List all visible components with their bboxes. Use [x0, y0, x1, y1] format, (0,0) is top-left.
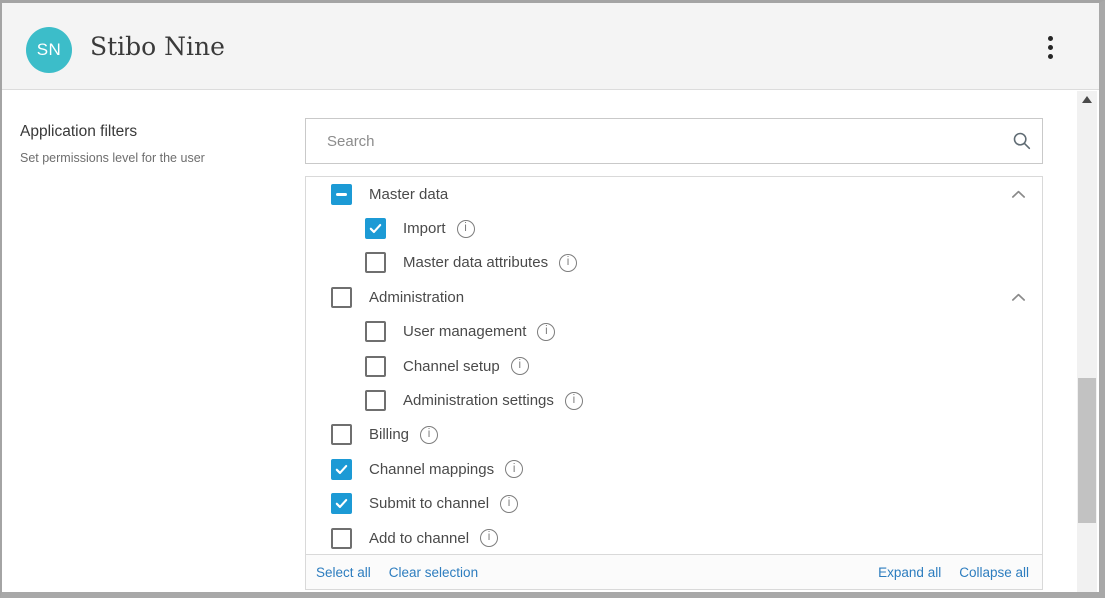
vertical-scrollbar[interactable] [1077, 91, 1097, 592]
checkbox-checked[interactable] [331, 459, 352, 480]
search-icon[interactable] [1002, 130, 1042, 152]
expand-all-link[interactable]: Expand all [878, 565, 941, 580]
kebab-menu-icon[interactable] [1037, 29, 1063, 65]
search-input[interactable] [306, 133, 1002, 150]
checkbox-unchecked[interactable] [365, 321, 386, 342]
checkbox-unchecked[interactable] [365, 356, 386, 377]
tree-row[interactable]: Importi [306, 211, 1042, 245]
info-icon[interactable]: i [537, 323, 555, 341]
checkbox-unchecked[interactable] [331, 424, 352, 445]
tree-item-label: Channel setup [403, 358, 500, 375]
collapse-all-link[interactable]: Collapse all [959, 565, 1029, 580]
info-icon[interactable]: i [420, 426, 438, 444]
search-box [305, 118, 1043, 164]
scrollbar-up-arrow-icon[interactable] [1077, 91, 1097, 108]
page-title: Stibo Nine [90, 3, 225, 90]
tree-item-label: Administration settings [403, 392, 554, 409]
tree-item-label: Import [403, 220, 446, 237]
panel-footer: Select all Clear selection Expand all Co… [306, 554, 1042, 589]
user-permissions-window: SN Stibo Nine Application filters Set pe… [0, 0, 1105, 598]
checkbox-unchecked[interactable] [365, 252, 386, 273]
checkbox-indeterminate[interactable] [331, 184, 352, 205]
section-title: Application filters [20, 123, 137, 141]
info-icon[interactable]: i [457, 220, 475, 238]
info-icon[interactable]: i [559, 254, 577, 272]
window-header: SN Stibo Nine [2, 3, 1099, 90]
clear-selection-link[interactable]: Clear selection [389, 565, 478, 580]
collapse-chevron-icon[interactable] [1009, 288, 1027, 306]
info-icon[interactable]: i [565, 392, 583, 410]
tree-row[interactable]: Master data [306, 177, 1042, 211]
footer-left-actions: Select all Clear selection [316, 565, 478, 580]
tree-row[interactable]: Administration settings i [306, 383, 1042, 417]
scrollbar-thumb[interactable] [1078, 378, 1096, 523]
tree-row[interactable]: Administration [306, 280, 1042, 314]
tree-row[interactable]: Billing i [306, 418, 1042, 452]
select-all-link[interactable]: Select all [316, 565, 371, 580]
info-icon[interactable]: i [511, 357, 529, 375]
footer-right-actions: Expand all Collapse all [878, 565, 1029, 580]
tree-row[interactable]: Channel setup i [306, 349, 1042, 383]
tree-row[interactable]: Submit to channel i [306, 487, 1042, 521]
tree-item-label: Add to channel [369, 530, 469, 547]
checkbox-unchecked[interactable] [365, 390, 386, 411]
permissions-panel: Master dataImportiMaster data attributes… [305, 176, 1043, 590]
tree-item-label: Billing [369, 426, 409, 443]
info-icon[interactable]: i [500, 495, 518, 513]
tree-item-label: Master data attributes [403, 254, 548, 271]
avatar: SN [26, 27, 72, 73]
collapse-chevron-icon[interactable] [1009, 185, 1027, 203]
checkbox-checked[interactable] [365, 218, 386, 239]
tree-item-label: Master data [369, 186, 448, 203]
info-icon[interactable]: i [480, 529, 498, 547]
checkbox-unchecked[interactable] [331, 528, 352, 549]
checkbox-checked[interactable] [331, 493, 352, 514]
tree-item-label: Submit to channel [369, 495, 489, 512]
tree-row[interactable]: Channel mappings i [306, 452, 1042, 486]
section-subtitle: Set permissions level for the user [20, 151, 205, 165]
tree-row[interactable]: Master data attributes i [306, 246, 1042, 280]
tree-row[interactable]: User management i [306, 315, 1042, 349]
tree-item-label: Channel mappings [369, 461, 494, 478]
tree-item-label: Administration [369, 289, 464, 306]
info-icon[interactable]: i [505, 460, 523, 478]
tree-row[interactable]: Add to channel i [306, 521, 1042, 554]
tree-item-label: User management [403, 323, 526, 340]
avatar-initials: SN [37, 40, 62, 60]
tree-rows: Master dataImportiMaster data attributes… [306, 177, 1042, 554]
checkbox-unchecked[interactable] [331, 287, 352, 308]
